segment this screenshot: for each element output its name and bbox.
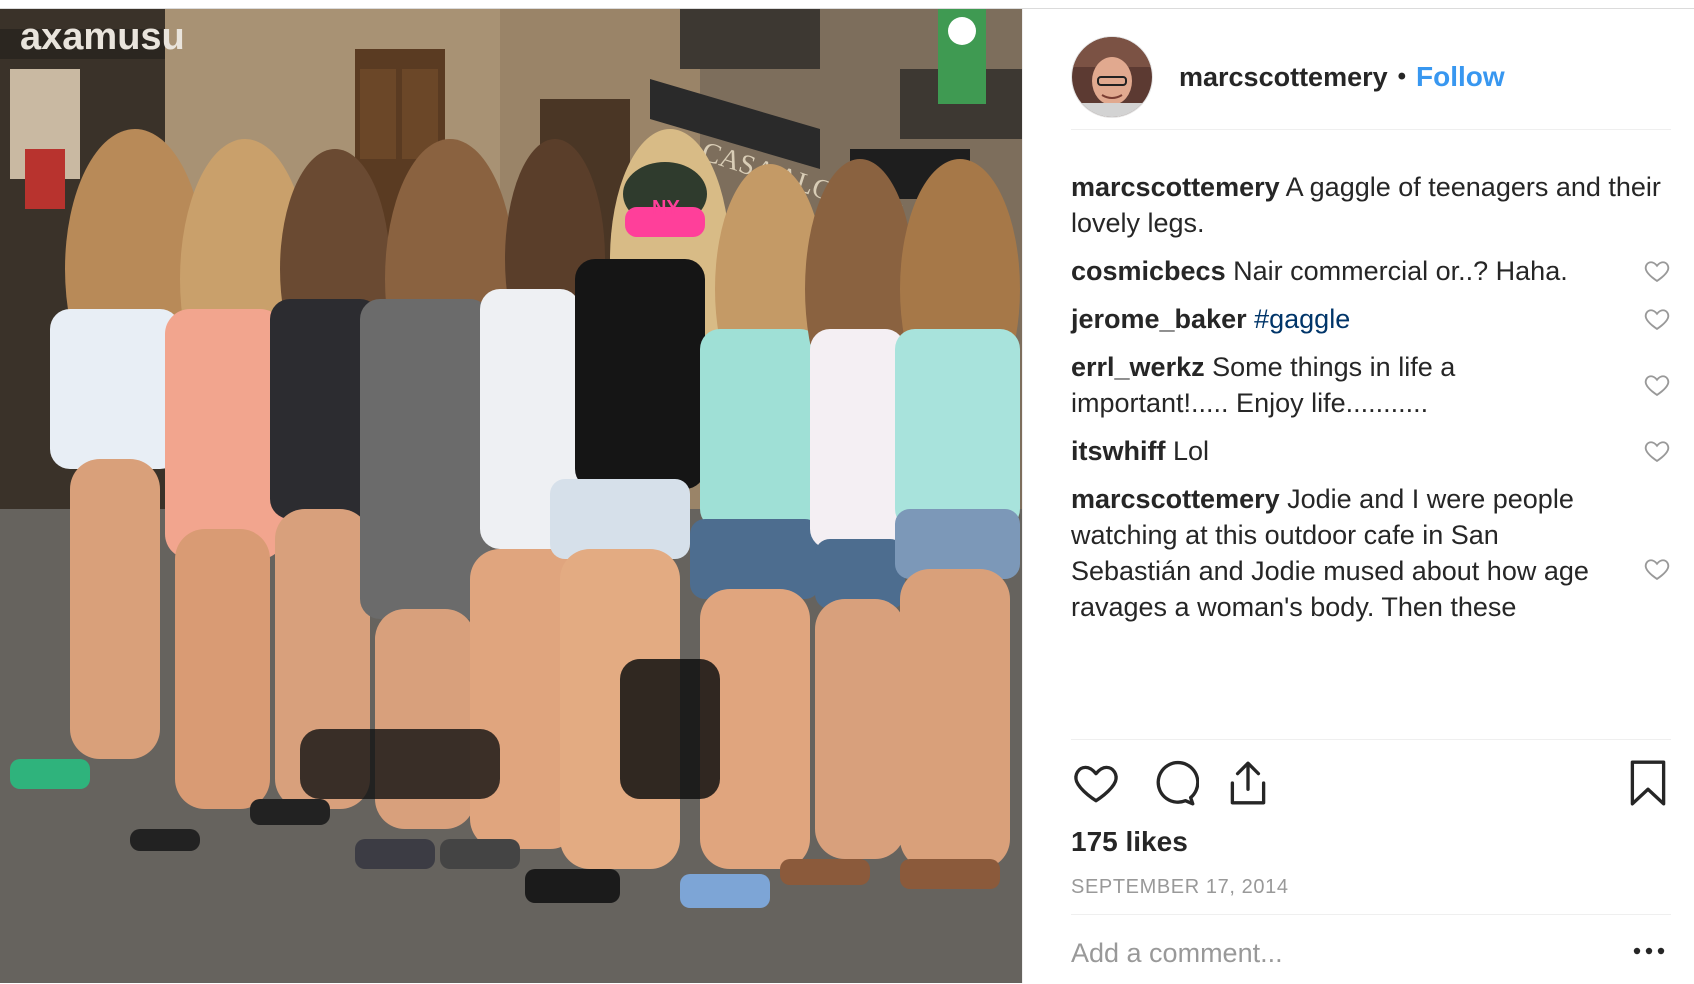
caption-comment: marcscottemery A gaggle of teenagers and…: [1071, 169, 1671, 241]
comment-like-heart-icon[interactable]: [1643, 257, 1671, 285]
comment-username[interactable]: marcscottemery: [1071, 172, 1280, 202]
comment-like-heart-icon[interactable]: [1643, 305, 1671, 333]
post-header: marcscottemery • Follow: [1071, 25, 1671, 130]
avatar[interactable]: [1071, 36, 1153, 118]
action-bar: [1071, 758, 1671, 808]
photo-illustration: axamusu CASA ALCALDE NY: [0, 9, 1022, 983]
comment-list: marcscottemery A gaggle of teenagers and…: [1071, 169, 1671, 637]
post-actions-section: 175 likes SEPTEMBER 17, 2014: [1071, 739, 1671, 900]
comment-item: marcscottemery Jodie and I were people w…: [1071, 481, 1671, 625]
likes-count[interactable]: 175 likes: [1071, 826, 1188, 858]
comment-item: jerome_baker #gaggle: [1071, 301, 1671, 337]
comment-hashtag[interactable]: #gaggle: [1247, 304, 1350, 334]
post-panel: marcscottemery • Follow marcscottemery A…: [1022, 9, 1694, 983]
instagram-post: axamusu CASA ALCALDE NY marcscottemery •…: [0, 8, 1694, 983]
comment-username[interactable]: jerome_baker: [1071, 304, 1247, 334]
post-photo[interactable]: axamusu CASA ALCALDE NY: [0, 9, 1022, 983]
header-separator: •: [1397, 63, 1407, 90]
comment-username[interactable]: marcscottemery: [1071, 484, 1280, 514]
comment-like-heart-icon[interactable]: [1643, 371, 1671, 399]
comment-username[interactable]: cosmicbecs: [1071, 256, 1226, 286]
follow-button[interactable]: Follow: [1416, 61, 1505, 93]
comment-text: Nair commercial or..? Haha.: [1225, 256, 1568, 286]
comment-like-heart-icon[interactable]: [1643, 437, 1671, 465]
comment-item: itswhiff Lol: [1071, 433, 1671, 469]
comment-text: Lol: [1165, 436, 1210, 466]
bookmark-icon[interactable]: [1623, 758, 1673, 808]
comment-like-heart-icon[interactable]: [1643, 555, 1671, 583]
header-username[interactable]: marcscottemery: [1179, 62, 1388, 93]
post-date: SEPTEMBER 17, 2014: [1071, 876, 1289, 898]
more-options-icon[interactable]: [1631, 941, 1667, 961]
comment-item: cosmicbecs Nair commercial or..? Haha.: [1071, 253, 1671, 289]
comment-username[interactable]: itswhiff: [1071, 436, 1166, 466]
comment-icon[interactable]: [1149, 758, 1199, 808]
storefront-text: axamusu: [20, 16, 185, 58]
add-comment-input[interactable]: [1071, 933, 1591, 973]
comment-username[interactable]: errl_werkz: [1071, 352, 1205, 382]
like-heart-icon[interactable]: [1071, 758, 1121, 808]
share-icon[interactable]: [1223, 758, 1273, 808]
avatar-image: [1072, 37, 1152, 117]
add-comment-bar: [1071, 914, 1671, 984]
comment-item: errl_werkz Some things in life a importa…: [1071, 349, 1671, 421]
cap-logo: NY: [652, 197, 680, 219]
